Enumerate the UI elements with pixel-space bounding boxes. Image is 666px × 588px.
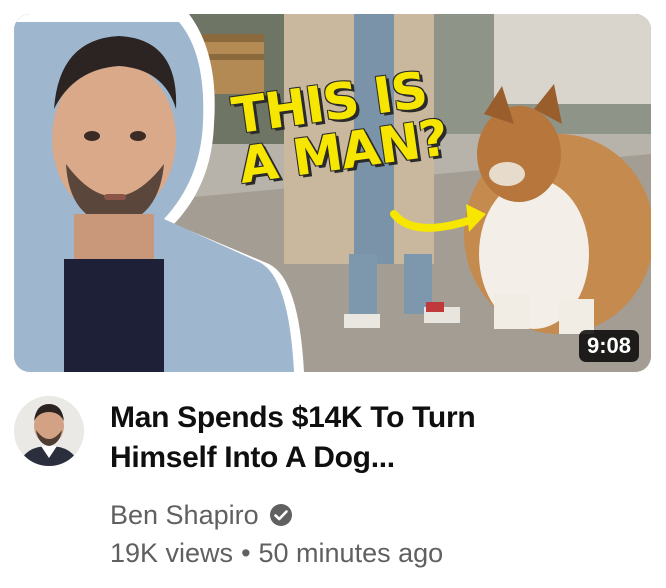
duration-badge: 9:08	[578, 330, 639, 362]
title-line-1: Man Spends $14K To Turn	[110, 401, 476, 434]
title-line-2: Himself Into A Dog...	[110, 441, 395, 474]
meta-separator: •	[241, 538, 251, 568]
thumbnail-image	[14, 14, 651, 372]
video-title[interactable]: Man Spends $14K To Turn Himself Into A D…	[110, 398, 630, 478]
channel-avatar[interactable]	[14, 396, 84, 466]
video-card[interactable]: THIS IS A MAN? 9:08 Man Spends $14K To T…	[0, 0, 666, 588]
video-metadata: 19K views • 50 minutes ago	[110, 538, 443, 568]
verified-icon	[269, 503, 293, 527]
channel-name: Ben Shapiro	[110, 500, 259, 530]
video-thumbnail[interactable]: THIS IS A MAN? 9:08	[14, 14, 651, 372]
avatar-image	[14, 396, 84, 466]
view-count: 19K views	[110, 538, 234, 568]
channel-link[interactable]: Ben Shapiro	[110, 500, 293, 530]
upload-age: 50 minutes ago	[258, 538, 444, 568]
